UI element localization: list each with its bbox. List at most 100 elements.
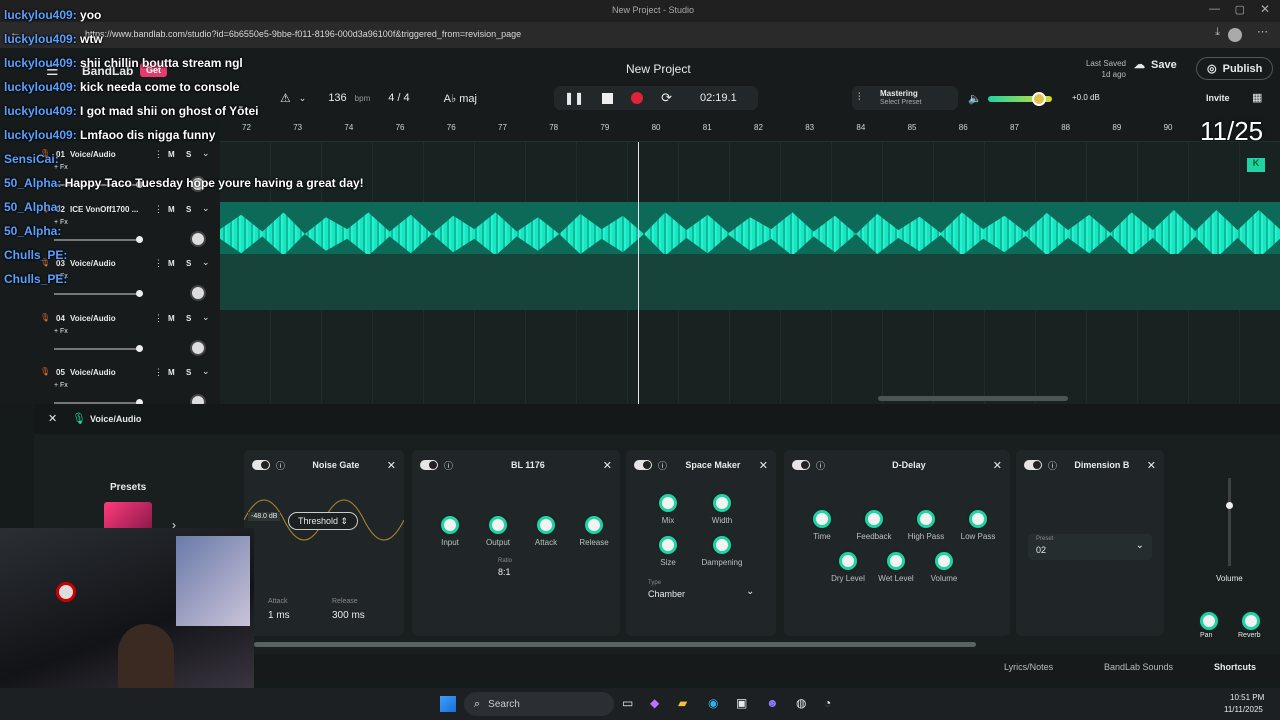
knob-control[interactable]: Attack: [524, 516, 568, 547]
volume-thumb[interactable]: [136, 290, 143, 297]
more-icon[interactable]: ⋮: [154, 149, 163, 160]
close-icon[interactable]: ✕: [387, 459, 396, 472]
track-volume-slider[interactable]: [54, 347, 138, 350]
master-volume-slider[interactable]: [988, 92, 1052, 106]
track-name[interactable]: Voice/Audio: [70, 314, 116, 323]
mute-button[interactable]: M: [168, 314, 175, 323]
toggle-icon[interactable]: [634, 460, 652, 470]
lyrics-notes-link[interactable]: Lyrics/Notes: [1004, 662, 1053, 672]
knob-control[interactable]: Feedback: [852, 510, 896, 541]
mute-button[interactable]: M: [168, 368, 175, 377]
download-icon[interactable]: ⤓: [1215, 26, 1220, 39]
clock-date[interactable]: 11/11/2025: [1224, 705, 1263, 714]
more-icon[interactable]: ⋮: [154, 258, 163, 269]
fx-scrollbar[interactable]: [254, 642, 976, 647]
publish-button[interactable]: ◎ Publish: [1196, 57, 1274, 80]
solo-button[interactable]: S: [186, 205, 191, 214]
solo-button[interactable]: S: [186, 368, 191, 377]
edge-icon[interactable]: ◉: [708, 696, 718, 710]
more-icon[interactable]: ⋮: [154, 204, 163, 215]
knob-control[interactable]: Output: [476, 516, 520, 547]
knob-control[interactable]: Release: [572, 516, 616, 547]
track-volume-slider[interactable]: [54, 293, 138, 295]
ratio-value[interactable]: 8:1: [498, 567, 511, 577]
close-icon[interactable]: ✕: [1147, 459, 1156, 472]
record-icon[interactable]: [631, 92, 644, 104]
mute-button[interactable]: M: [168, 205, 175, 214]
info-icon[interactable]: ⓘ: [444, 459, 453, 472]
pan-knob[interactable]: [190, 339, 206, 356]
info-icon[interactable]: ⓘ: [658, 459, 667, 472]
loop-icon[interactable]: ⟳: [661, 90, 672, 106]
solo-button[interactable]: S: [186, 150, 191, 159]
track-header[interactable]: 🎙 01 Voice/Audio ⋮ M S ⌄ + Fx: [40, 146, 215, 200]
solo-button[interactable]: S: [186, 259, 191, 268]
toggle-icon[interactable]: [252, 460, 270, 470]
add-fx-button[interactable]: + Fx: [54, 382, 68, 389]
playhead[interactable]: [638, 142, 639, 404]
more-icon[interactable]: ⋮: [154, 367, 163, 378]
speaker-icon[interactable]: 🔈: [968, 92, 982, 105]
steam-icon[interactable]: ◔: [824, 696, 831, 710]
toggle-icon[interactable]: [1024, 460, 1042, 470]
track-volume-fader[interactable]: [1226, 478, 1233, 566]
knob-control[interactable]: Low Pass: [956, 510, 1000, 541]
chevron-down-icon[interactable]: ⌄: [202, 203, 210, 214]
knob-control[interactable]: Mix: [646, 494, 690, 525]
attack-value[interactable]: 1 ms: [268, 610, 290, 621]
more-menu-icon[interactable]: ⋯: [1257, 25, 1268, 38]
discord-icon[interactable]: ☻: [766, 696, 779, 710]
info-icon[interactable]: ⓘ: [1048, 459, 1057, 472]
knob-control[interactable]: Dampening: [700, 536, 744, 567]
key-selector[interactable]: A♭ maj: [444, 92, 477, 105]
audio-region-empty[interactable]: [220, 254, 1280, 310]
time-signature[interactable]: 4 / 4: [388, 92, 409, 104]
pan-knob[interactable]: [190, 230, 206, 247]
preset-thumbnail[interactable]: [104, 502, 152, 530]
bandlab-sounds-link[interactable]: BandLab Sounds: [1104, 662, 1173, 672]
track-name[interactable]: ICE VonOff1700 ...: [70, 205, 138, 214]
copilot-icon[interactable]: ◆: [650, 696, 659, 710]
info-icon[interactable]: ⓘ: [816, 459, 825, 472]
toggle-icon[interactable]: [792, 460, 810, 470]
solo-button[interactable]: S: [186, 314, 191, 323]
chevron-down-icon[interactable]: ⌄: [202, 366, 210, 377]
chevron-down-icon[interactable]: ⌄: [202, 257, 210, 268]
calendar-icon[interactable]: ▦: [1252, 91, 1262, 104]
add-fx-button[interactable]: + Fx: [54, 328, 68, 335]
release-value[interactable]: 300 ms: [332, 610, 365, 621]
volume-thumb[interactable]: [136, 235, 143, 243]
toggle-icon[interactable]: [420, 460, 438, 470]
close-icon[interactable]: ✕: [603, 459, 612, 472]
timeline-ruler[interactable]: 72 73 74 76 76 77 78 79 80 81 82 83 84 85 86 87 88 89 90 1…: [220, 116, 1280, 146]
threshold-pill[interactable]: Threshold ⇕: [288, 512, 358, 530]
pan-knob[interactable]: [1200, 612, 1218, 630]
track-header[interactable]: 🎙 04 Voice/Audio ⋮ M S ⌄ + Fx: [40, 310, 215, 364]
track-header[interactable]: 🎙 02 ICE VonOff1700 ... ⋮ M S ⌄ + Fx: [40, 201, 215, 255]
tuner-icon[interactable]: ⚠: [280, 91, 291, 105]
shortcuts-link[interactable]: Shortcuts: [1214, 662, 1256, 672]
close-window-icon[interactable]: ✕: [1260, 2, 1270, 16]
taskbar-search[interactable]: ⌕ Search: [464, 692, 614, 716]
info-icon[interactable]: ⓘ: [276, 459, 285, 472]
close-icon[interactable]: ✕: [759, 459, 768, 472]
minimize-icon[interactable]: —: [1209, 3, 1220, 15]
close-fx-icon[interactable]: ✕: [48, 412, 57, 425]
preset-select[interactable]: Preset 02 ⌄: [1028, 534, 1152, 560]
knob-control[interactable]: Dry Level: [826, 552, 870, 583]
close-icon[interactable]: ✕: [993, 459, 1002, 472]
track-volume-slider[interactable]: [54, 238, 138, 241]
knob-control[interactable]: High Pass: [904, 510, 948, 541]
mute-button[interactable]: M: [168, 150, 175, 159]
url-field[interactable]: https://www.bandlab.com/studio?id=6b6550…: [85, 29, 521, 39]
chevron-down-icon[interactable]: ⌄: [202, 312, 210, 323]
taskview-icon[interactable]: ▭: [622, 696, 633, 710]
profile-avatar[interactable]: [1228, 28, 1242, 42]
knob-control[interactable]: Volume: [922, 552, 966, 583]
reverb-knob[interactable]: [1242, 612, 1260, 630]
track-name[interactable]: Voice/Audio: [70, 150, 116, 159]
presets-label[interactable]: Presets: [110, 482, 146, 493]
bpm-value[interactable]: 136: [328, 92, 346, 104]
pan-knob[interactable]: [190, 285, 206, 301]
stop-icon[interactable]: [602, 92, 614, 104]
